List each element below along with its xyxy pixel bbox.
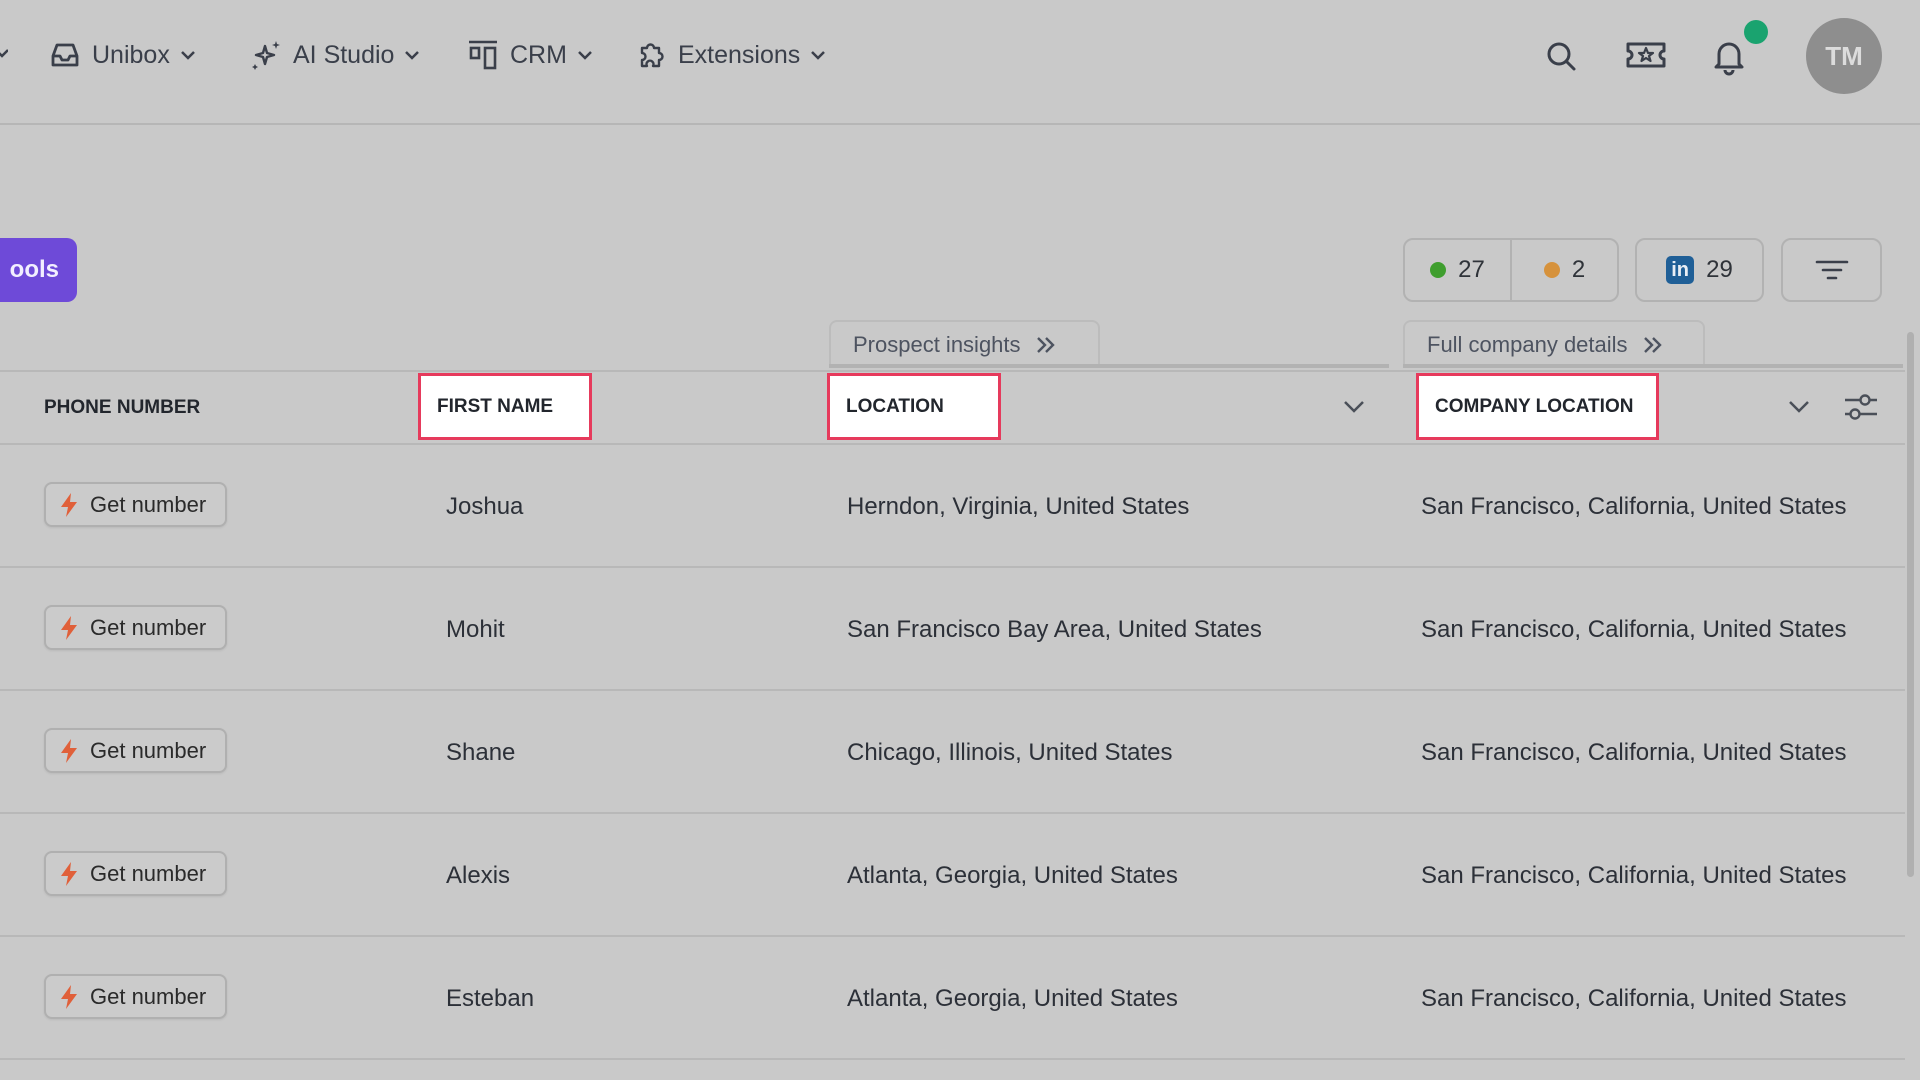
top-navigation-bar: Unibox AI Studio CRM Extensions TM: [0, 0, 1920, 125]
active-count-badge[interactable]: 27: [1405, 240, 1510, 300]
search-icon[interactable]: [1544, 39, 1578, 73]
table-row[interactable]: Get number Esteban Atlanta, Georgia, Unite…: [0, 937, 1905, 1060]
location-cell: San Francisco Bay Area, United States: [847, 615, 1262, 643]
get-number-button[interactable]: Get number: [44, 974, 227, 1019]
get-number-label: Get number: [90, 737, 207, 763]
inbox-icon: [48, 38, 82, 72]
column-header-company-location[interactable]: COMPANY LOCATION: [1416, 373, 1659, 440]
chevron-down-icon: [404, 49, 420, 61]
filter-button[interactable]: [1781, 238, 1882, 302]
scrollbar-thumb[interactable]: [1907, 332, 1914, 877]
group-underline: [829, 364, 1389, 368]
nav-item-crm[interactable]: CRM: [466, 30, 593, 80]
company-location-cell: San Francisco, California, United States: [1421, 861, 1847, 889]
get-number-button[interactable]: Get number: [44, 605, 227, 650]
orange-status-dot: [1543, 262, 1560, 278]
nav-item-ai-studio[interactable]: AI Studio: [249, 30, 420, 80]
location-cell: Atlanta, Georgia, United States: [847, 861, 1178, 889]
location-cell: Herndon, Virginia, United States: [847, 492, 1190, 520]
first-name-cell: Esteban: [446, 984, 535, 1012]
lightning-icon: [58, 861, 80, 887]
company-location-cell: San Francisco, California, United States: [1421, 984, 1847, 1012]
nav-item-label: CRM: [510, 40, 567, 69]
lightning-icon: [58, 615, 80, 641]
group-tab-label: Prospect insights: [853, 332, 1021, 357]
tools-button-label: ools: [9, 256, 59, 283]
get-number-button[interactable]: Get number: [44, 482, 227, 527]
table-row[interactable]: Get number Shane Chicago, Illinois, United…: [0, 691, 1905, 814]
column-header-label: COMPANY LOCATION: [1435, 395, 1634, 417]
ticket-icon[interactable]: [1624, 36, 1668, 74]
company-location-cell: San Francisco, California, United States: [1421, 492, 1847, 520]
chevron-down-icon: [577, 49, 593, 61]
column-settings-icon[interactable]: [1843, 391, 1879, 423]
status-counts: 27 2: [1403, 238, 1619, 302]
column-header-label: FIRST NAME: [437, 395, 554, 417]
double-chevron-right-icon: [1642, 336, 1664, 354]
nav-item-extensions[interactable]: Extensions: [634, 30, 826, 80]
linkedin-icon: in: [1666, 256, 1695, 284]
get-number-label: Get number: [90, 614, 207, 640]
first-name-cell: Mohit: [446, 615, 505, 643]
company-location-cell: San Francisco, California, United States: [1421, 738, 1847, 766]
tools-button[interactable]: ools: [0, 238, 77, 302]
notification-badge: [1744, 20, 1768, 44]
puzzle-icon: [634, 38, 668, 72]
first-name-cell: Joshua: [446, 492, 524, 520]
chevron-down-icon[interactable]: [0, 48, 8, 58]
linkedin-count-badge[interactable]: in 29: [1635, 238, 1764, 302]
avatar-initials: TM: [1825, 40, 1863, 71]
group-tab-label: Full company details: [1427, 332, 1628, 357]
column-header-first-name[interactable]: FIRST NAME: [418, 373, 592, 440]
column-header-label: PHONE NUMBER: [44, 396, 201, 418]
get-number-label: Get number: [90, 860, 207, 886]
chevron-down-icon[interactable]: [1788, 400, 1810, 414]
get-number-label: Get number: [90, 983, 207, 1009]
table-row[interactable]: Get number Alexis Atlanta, Georgia, United…: [0, 814, 1905, 937]
chevron-down-icon: [810, 49, 826, 61]
lightning-icon: [58, 984, 80, 1010]
pending-count-badge[interactable]: 2: [1510, 240, 1617, 300]
bell-icon[interactable]: [1712, 36, 1746, 76]
avatar[interactable]: TM: [1806, 18, 1882, 94]
column-header-location[interactable]: LOCATION: [827, 373, 1001, 440]
double-chevron-right-icon: [1035, 336, 1057, 354]
nav-item-label: AI Studio: [293, 40, 395, 69]
chevron-down-icon: [180, 49, 196, 61]
linkedin-count: 29: [1706, 256, 1733, 283]
lightning-icon: [58, 492, 80, 518]
nav-item-unibox[interactable]: Unibox: [48, 30, 196, 80]
first-name-cell: Alexis: [446, 861, 511, 889]
table-row[interactable]: Get number Mohit San Francisco Bay Area, U…: [0, 568, 1905, 691]
green-status-dot: [1430, 262, 1447, 278]
group-tab-prospect-insights[interactable]: Prospect insights: [829, 320, 1100, 368]
table-row[interactable]: Get number Joshua Herndon, Virginia, Unite…: [0, 445, 1905, 568]
filter-icon: [1815, 258, 1849, 282]
company-location-cell: San Francisco, California, United States: [1421, 615, 1847, 643]
pending-count: 2: [1571, 256, 1586, 283]
location-cell: Chicago, Illinois, United States: [847, 738, 1173, 766]
group-tab-full-company-details[interactable]: Full company details: [1403, 320, 1705, 368]
group-underline: [1403, 364, 1903, 368]
lightning-icon: [58, 738, 80, 764]
first-name-cell: Shane: [446, 738, 516, 766]
location-cell: Atlanta, Georgia, United States: [847, 984, 1178, 1012]
column-header-label: LOCATION: [846, 395, 944, 417]
active-count: 27: [1458, 256, 1485, 283]
get-number-button[interactable]: Get number: [44, 851, 227, 896]
column-header-phone-number[interactable]: PHONE NUMBER: [44, 372, 200, 443]
table-header-row: PHONE NUMBER FIRST NAME LOCATION COMPANY…: [0, 370, 1905, 445]
chevron-down-icon[interactable]: [1343, 400, 1365, 414]
nav-item-label: Unibox: [92, 40, 170, 69]
get-number-button[interactable]: Get number: [44, 728, 227, 773]
get-number-label: Get number: [90, 491, 207, 517]
nav-item-label: Extensions: [678, 40, 801, 69]
sparkles-icon: [249, 38, 283, 72]
crm-icon: [466, 38, 500, 72]
